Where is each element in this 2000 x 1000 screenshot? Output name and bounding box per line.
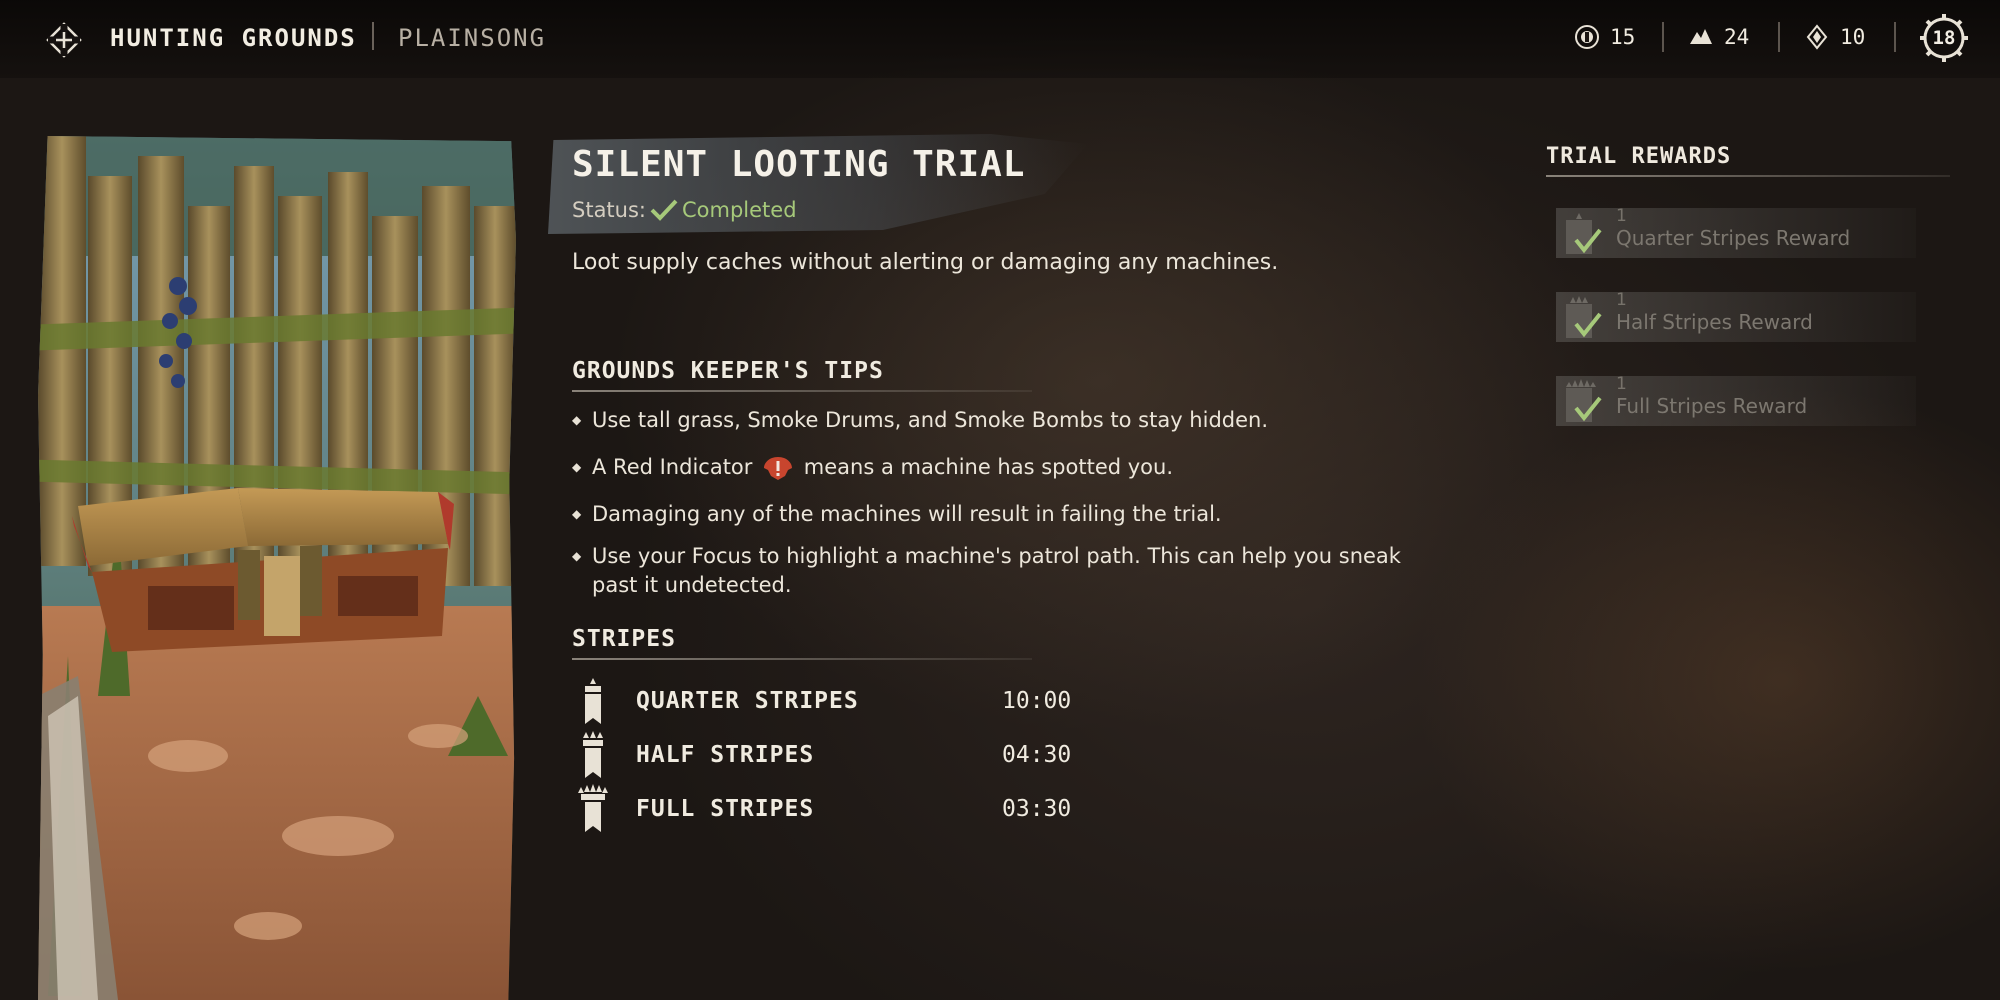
breadcrumb-location[interactable]: PLAINSONG bbox=[398, 24, 546, 52]
reward-claimed-icon bbox=[1566, 296, 1602, 338]
tip-item: ◆ Use tall grass, Smoke Drums, and Smoke… bbox=[572, 406, 1452, 435]
bullet-diamond-icon: ◆ bbox=[572, 549, 582, 563]
trial-description: Loot supply caches without alerting or d… bbox=[572, 250, 1279, 275]
reward-item-quarter[interactable]: 1 Quarter Stripes Reward bbox=[1556, 204, 1936, 264]
reward-item-full[interactable]: 1 Full Stripes Reward bbox=[1556, 372, 1936, 432]
reward-name: Half Stripes Reward bbox=[1616, 310, 1813, 334]
stripe-time: 04:30 bbox=[1002, 742, 1072, 768]
stripe-name: QUARTER STRIPES bbox=[636, 688, 859, 714]
red-indicator-icon bbox=[764, 457, 793, 480]
trial-preview-image bbox=[38, 136, 516, 1000]
bullet-diamond-icon: ◆ bbox=[572, 507, 582, 521]
shard-counter: 24 bbox=[1688, 22, 1749, 52]
tip-text-part: A Red Indicator bbox=[592, 455, 753, 479]
stripe-name: FULL STRIPES bbox=[636, 796, 815, 822]
reward-item-half[interactable]: 1 Half Stripes Reward bbox=[1556, 288, 1936, 348]
trial-title: SILENT LOOTING TRIAL bbox=[572, 144, 1026, 185]
reward-quantity: 1 bbox=[1616, 206, 1627, 226]
tip-text: Use your Focus to highlight a machine's … bbox=[592, 544, 1401, 597]
full-stripe-icon bbox=[578, 784, 608, 832]
skill-point-icon bbox=[1806, 24, 1828, 50]
tip-text-part: means a machine has spotted you. bbox=[803, 455, 1173, 479]
tip-item: ◆ Use your Focus to highlight a machine'… bbox=[572, 542, 1452, 600]
reward-name: Quarter Stripes Reward bbox=[1616, 226, 1851, 250]
stripe-row-full: FULL STRIPES 03:30 bbox=[572, 784, 1071, 834]
quarter-stripe-icon bbox=[585, 678, 601, 724]
reward-claimed-icon bbox=[1566, 379, 1602, 422]
shard-count: 24 bbox=[1724, 25, 1750, 49]
stat-divider bbox=[1894, 22, 1896, 52]
stripe-time: 10:00 bbox=[1002, 688, 1072, 714]
stripes-heading: STRIPES bbox=[572, 626, 676, 652]
status-value: Completed bbox=[682, 198, 797, 222]
tip-item: ◆ A Red Indicator means a machine has sp… bbox=[572, 453, 1452, 482]
stat-divider bbox=[1778, 22, 1780, 52]
player-level: 18 bbox=[1932, 27, 1956, 49]
tips-heading: GROUNDS KEEPER'S TIPS bbox=[572, 358, 884, 384]
trial-status: Status: Completed bbox=[572, 198, 797, 222]
rewards-divider bbox=[1546, 175, 1950, 177]
stripe-row-half: HALF STRIPES 04:30 bbox=[572, 731, 1071, 780]
stripe-time: 03:30 bbox=[1002, 796, 1072, 822]
rewards-heading: TRIAL REWARDS bbox=[1546, 144, 1732, 169]
navigation-compass-icon bbox=[46, 22, 82, 58]
reward-claimed-icon bbox=[1566, 213, 1602, 254]
tip-text: A Red Indicator means a machine has spot… bbox=[592, 453, 1452, 482]
reward-name: Full Stripes Reward bbox=[1616, 394, 1808, 418]
medal-count: 15 bbox=[1610, 25, 1636, 49]
reward-quantity: 1 bbox=[1616, 290, 1627, 310]
half-stripe-icon bbox=[583, 731, 603, 778]
stat-divider bbox=[1662, 22, 1664, 52]
tip-text: Use tall grass, Smoke Drums, and Smoke B… bbox=[592, 408, 1269, 432]
medal-counter: 15 bbox=[1574, 22, 1635, 52]
bullet-diamond-icon: ◆ bbox=[572, 413, 582, 427]
tips-divider bbox=[572, 390, 1032, 392]
checkmark-icon bbox=[650, 199, 678, 221]
status-label: Status: bbox=[572, 198, 646, 222]
stripes-divider bbox=[572, 658, 1032, 660]
bullet-diamond-icon: ◆ bbox=[572, 460, 582, 474]
skill-point-count: 10 bbox=[1840, 25, 1866, 49]
supply-cache-illustration bbox=[38, 136, 516, 1000]
skill-point-counter: 10 bbox=[1804, 22, 1865, 52]
shard-pile-icon bbox=[1690, 29, 1712, 44]
level-badge: 18 bbox=[1918, 12, 1970, 64]
medal-icon bbox=[1575, 25, 1599, 49]
tip-item: ◆ Damaging any of the machines will resu… bbox=[572, 500, 1452, 529]
reward-quantity: 1 bbox=[1616, 374, 1627, 394]
tip-text: Damaging any of the machines will result… bbox=[592, 502, 1222, 526]
stripe-name: HALF STRIPES bbox=[636, 742, 815, 768]
stripe-row-quarter: QUARTER STRIPES 10:00 bbox=[572, 678, 1071, 726]
breadcrumb-hunting-grounds[interactable]: HUNTING GROUNDS bbox=[110, 24, 357, 52]
breadcrumb-divider bbox=[372, 22, 374, 50]
